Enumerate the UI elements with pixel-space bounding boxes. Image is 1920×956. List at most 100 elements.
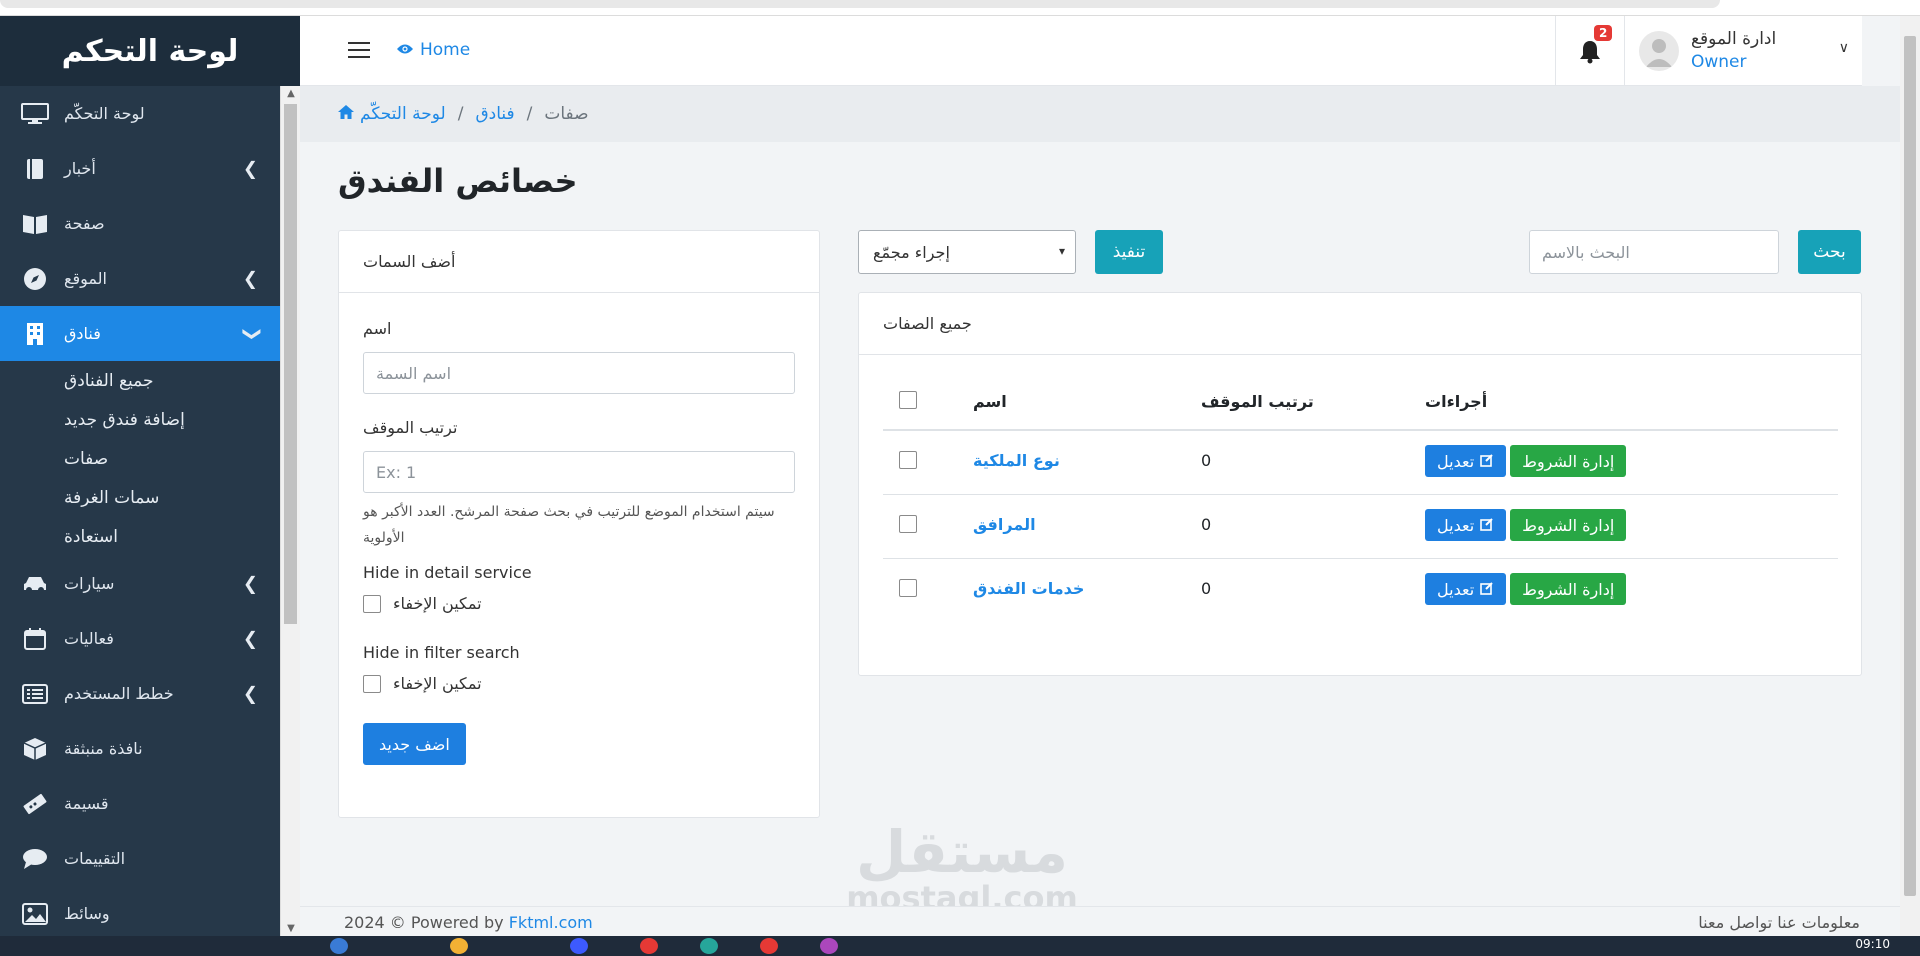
footer-links[interactable]: معلومات عنا تواصل معنا: [1698, 913, 1860, 932]
box-icon: [20, 736, 50, 762]
hotels-submenu: جميع الفنادق إضافة فندق جديد صفات سمات ا…: [0, 361, 280, 556]
sidebar-item-label: أخبار: [64, 159, 96, 178]
attributes-list-heading: جميع الصفات: [859, 293, 1861, 355]
sidebar-item-label: التقييمات: [64, 849, 126, 868]
car-icon: [20, 571, 50, 597]
comment-icon: [20, 846, 50, 872]
bulk-action-select[interactable]: إجراء مجمّع ▾: [858, 230, 1076, 274]
manage-terms-button[interactable]: إدارة الشروط: [1510, 445, 1627, 477]
add-attribute-heading: أضف السمات: [339, 231, 819, 293]
taskbar-app-icon[interactable]: [640, 938, 658, 954]
column-header-actions: أجراءات: [1425, 392, 1488, 411]
hide-filter-label: Hide in filter search: [363, 643, 520, 662]
calendar-icon: [20, 626, 50, 652]
page-scroll-thumb[interactable]: [1904, 36, 1916, 896]
search-button[interactable]: بحث: [1798, 230, 1861, 274]
sidebar-item-label: فعاليات: [64, 629, 114, 648]
chevron-down-icon: ❮: [239, 325, 261, 342]
apply-button[interactable]: تنفيذ: [1095, 230, 1163, 274]
avatar: [1639, 31, 1679, 71]
edit-button[interactable]: تعديل: [1425, 509, 1507, 541]
home-link[interactable]: Home: [396, 40, 470, 60]
sidebar-item-dashboard[interactable]: لوحة التحكّم: [0, 86, 280, 141]
select-all-checkbox[interactable]: [899, 391, 917, 409]
taskbar-folder-icon[interactable]: [450, 938, 468, 954]
hide-filter-option[interactable]: تمكين الإخفاء: [363, 674, 795, 693]
edit-button[interactable]: تعديل: [1425, 445, 1507, 477]
breadcrumb-dashboard[interactable]: لوحة التحكّم: [360, 104, 446, 124]
edit-label: تعديل: [1437, 515, 1475, 535]
building-icon: [20, 321, 50, 347]
page-title: خصائص الفندق: [338, 162, 578, 200]
sidebar-item-news[interactable]: أخبار ❮: [0, 141, 280, 196]
scroll-up-arrow-icon[interactable]: ▲: [281, 88, 300, 99]
position-order-input[interactable]: [363, 451, 795, 493]
submenu-add-hotel[interactable]: إضافة فندق جديد: [64, 400, 280, 439]
attributes-list-card: جميع الصفات اسم ترتيب الموقف أجراءات نوع…: [858, 292, 1862, 676]
taskbar-app-icon[interactable]: [570, 938, 588, 954]
table-row: المرافق 0 تعديل إدارة الشروط: [883, 495, 1838, 559]
sidebar-brand[interactable]: لوحة التحكم: [0, 16, 300, 86]
bell-icon: [1579, 40, 1601, 69]
notifications[interactable]: 2: [1555, 16, 1625, 86]
attribute-name-link[interactable]: نوع الملكية: [973, 451, 1060, 470]
sidebar-item-events[interactable]: فعاليات ❮: [0, 611, 280, 666]
sidebar-item-page[interactable]: صفحة: [0, 196, 280, 251]
sidebar-scroll-thumb[interactable]: [284, 104, 297, 624]
submenu-attributes[interactable]: صفات: [64, 439, 280, 478]
hide-detail-label: Hide in detail service: [363, 563, 532, 582]
hide-detail-option[interactable]: تمكين الإخفاء: [363, 594, 795, 613]
submenu-restore[interactable]: استعادة: [64, 517, 280, 556]
scroll-down-arrow-icon[interactable]: ▼: [281, 923, 300, 934]
page-scrollbar[interactable]: [1900, 16, 1920, 936]
sidebar-item-reviews[interactable]: التقييمات: [0, 831, 280, 886]
row-checkbox[interactable]: [899, 451, 917, 469]
taskbar-app-icon[interactable]: [820, 938, 838, 954]
attribute-name-input[interactable]: [363, 352, 795, 394]
sidebar-item-label: لوحة التحكّم: [64, 104, 145, 123]
footer: 2024 © Powered by Fktml.com معلومات عنا …: [300, 906, 1900, 936]
submenu-all-hotels[interactable]: جميع الفنادق: [64, 361, 280, 400]
attributes-table: اسم ترتيب الموقف أجراءات نوع الملكية 0 ت…: [883, 375, 1838, 623]
taskbar-app-icon[interactable]: [700, 938, 718, 954]
table-header: اسم ترتيب الموقف أجراءات: [883, 375, 1838, 431]
table-row: خدمات الفندق 0 تعديل إدارة الشروط: [883, 559, 1838, 623]
image-icon: [20, 901, 50, 927]
sidebar-item-location[interactable]: الموقع ❮: [0, 251, 280, 306]
book-open-icon: [20, 211, 50, 237]
hide-detail-checkbox[interactable]: [363, 594, 381, 613]
search-input[interactable]: [1529, 230, 1779, 274]
browser-top-strip: [0, 0, 1920, 16]
edit-button[interactable]: تعديل: [1425, 573, 1507, 605]
footer-brand-link[interactable]: Fktml.com: [509, 913, 593, 932]
menu-toggle-icon[interactable]: [348, 42, 370, 58]
taskbar-browser-icon[interactable]: [760, 938, 778, 954]
submenu-room-attributes[interactable]: سمات الغرفة: [64, 478, 280, 517]
sidebar-item-cars[interactable]: سيارات ❮: [0, 556, 280, 611]
sidebar-item-media[interactable]: وسائط: [0, 886, 280, 936]
sidebar-item-coupon[interactable]: قسيمة: [0, 776, 280, 831]
attribute-name-link[interactable]: المرافق: [973, 515, 1036, 534]
sidebar-scrollbar[interactable]: ▲ ▼: [280, 86, 300, 936]
footer-copyright-text: 2024 © Powered by: [344, 913, 504, 932]
sidebar-item-user-plans[interactable]: خطط المستخدم ❮: [0, 666, 280, 721]
edit-label: تعديل: [1437, 451, 1475, 471]
manage-terms-button[interactable]: إدارة الشروط: [1510, 573, 1627, 605]
breadcrumb-hotels[interactable]: فنادق: [475, 104, 514, 124]
row-checkbox[interactable]: [899, 515, 917, 533]
sidebar: لوحة التحكم لوحة التحكّم أخبار ❮ صفحة ال…: [0, 16, 300, 936]
taskbar-app-icon[interactable]: [330, 938, 348, 954]
sidebar-item-popup[interactable]: نافذة منبثقة: [0, 721, 280, 776]
manage-terms-button[interactable]: إدارة الشروط: [1510, 509, 1627, 541]
browser-address-area: [0, 0, 1720, 8]
user-menu[interactable]: ادارة الموقع Owner ∨: [1625, 16, 1861, 86]
chevron-down-icon: ∨: [1838, 40, 1849, 56]
add-attribute-form: اسم ترتيب الموقف سيتم استخدام الموضع للت…: [339, 293, 819, 791]
attribute-name-link[interactable]: خدمات الفندق: [973, 579, 1084, 598]
hide-filter-checkbox[interactable]: [363, 674, 381, 693]
sidebar-item-hotels[interactable]: فنادق ❮: [0, 306, 280, 361]
sidebar-nav: لوحة التحكّم أخبار ❮ صفحة الموقع ❮ فنادق…: [0, 86, 280, 936]
add-new-button[interactable]: اضف جديد: [363, 723, 466, 765]
breadcrumb-separator: /: [526, 104, 533, 124]
row-checkbox[interactable]: [899, 579, 917, 597]
